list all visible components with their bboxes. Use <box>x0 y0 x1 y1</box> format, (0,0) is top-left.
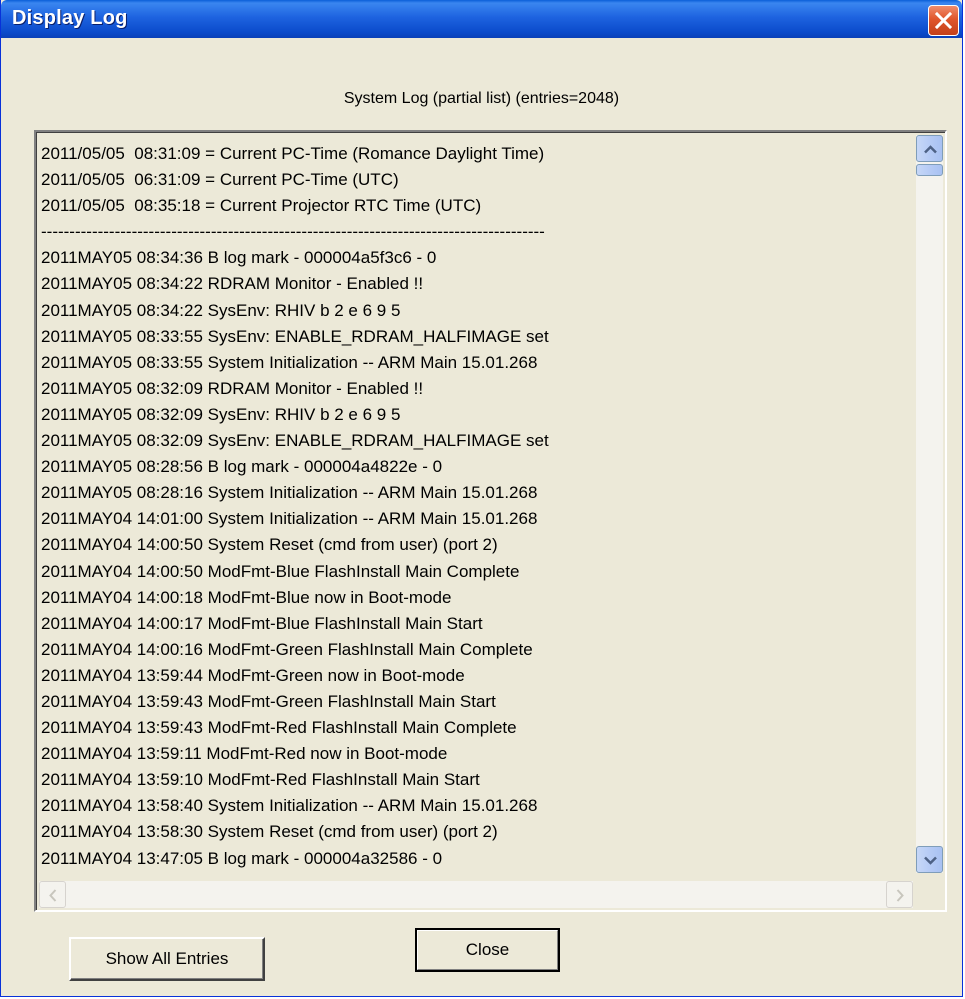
log-lines: 2011/05/05 08:31:09 = Current PC-Time (R… <box>41 141 911 871</box>
scroll-right-button[interactable] <box>886 881 913 908</box>
log-line: 2011MAY04 13:59:11 ModFmt-Red now in Boo… <box>41 744 448 764</box>
log-line: 2011/05/05 08:35:18 = Current Projector … <box>41 196 482 216</box>
log-line: 2011MAY04 13:47:05 B log mark - 000004a3… <box>41 848 443 868</box>
show-all-entries-button[interactable]: Show All Entries <box>69 937 265 981</box>
log-line: 2011MAY04 14:00:50 System Reset (cmd fro… <box>41 535 498 555</box>
log-line: 2011MAY05 08:33:55 SysEnv: ENABLE_RDRAM_… <box>41 326 549 346</box>
log-line: 2011MAY04 13:59:44 ModFmt-Green now in B… <box>41 665 465 685</box>
log-line: 2011MAY05 08:32:09 SysEnv: ENABLE_RDRAM_… <box>41 431 549 451</box>
log-line: 2011MAY05 08:32:09 RDRAM Monitor - Enabl… <box>41 378 424 398</box>
log-line: 2011MAY05 08:28:16 System Initialization… <box>41 483 538 503</box>
scrollbar-corner <box>916 881 943 908</box>
window-title: Display Log <box>12 7 128 29</box>
log-line: 2011MAY05 08:34:36 B log mark - 000004a5… <box>41 248 437 268</box>
log-line: 2011/05/05 08:31:09 = Current PC-Time (R… <box>41 144 545 163</box>
close-x-icon <box>935 12 952 29</box>
log-line: 2011MAY04 13:59:10 ModFmt-Red FlashInsta… <box>41 770 480 790</box>
window-close-button[interactable] <box>928 5 959 36</box>
log-line: 2011MAY05 08:28:56 B log mark - 000004a4… <box>41 457 443 477</box>
system-log-header: System Log (partial list) (entries=2048) <box>343 90 620 107</box>
log-line: 2011MAY04 14:00:16 ModFmt-Green FlashIns… <box>41 639 533 659</box>
chevron-left-icon <box>49 889 57 902</box>
log-line: 2011MAY04 13:58:30 System Reset (cmd fro… <box>41 822 498 842</box>
log-line: 2011MAY04 14:00:50 ModFmt-Blue FlashInst… <box>41 561 520 581</box>
show-all-entries-label: Show All Entries <box>105 949 229 968</box>
display-log-window: Display Log System Log (partial list) (e… <box>0 0 963 997</box>
chevron-down-icon <box>924 856 937 865</box>
log-line: 2011MAY05 08:33:55 System Initialization… <box>41 352 538 372</box>
log-line: 2011MAY05 08:34:22 SysEnv: RHIV b 2 e 6 … <box>41 300 401 320</box>
title-bar[interactable]: Display Log <box>1 0 962 38</box>
log-line: ----------------------------------------… <box>41 222 545 242</box>
close-button[interactable]: Close <box>415 928 560 972</box>
scroll-up-button[interactable] <box>916 135 943 162</box>
log-listbox[interactable]: 2011/05/05 08:31:09 = Current PC-Time (R… <box>34 130 947 912</box>
scroll-down-button[interactable] <box>916 846 943 873</box>
log-line: 2011MAY04 13:58:40 System Initialization… <box>41 796 538 816</box>
log-line: 2011MAY04 14:00:17 ModFmt-Blue FlashInst… <box>41 613 483 633</box>
chevron-up-icon <box>924 145 937 154</box>
vertical-scrollbar[interactable] <box>916 135 943 873</box>
scroll-left-button[interactable] <box>39 881 66 908</box>
log-line: 2011MAY05 08:32:09 SysEnv: RHIV b 2 e 6 … <box>41 404 401 424</box>
log-line: 2011/05/05 06:31:09 = Current PC-Time (U… <box>41 170 399 190</box>
log-line: 2011MAY04 14:00:18 ModFmt-Blue now in Bo… <box>41 587 452 607</box>
log-line: 2011MAY04 13:59:43 ModFmt-Green FlashIns… <box>41 691 496 711</box>
log-line: 2011MAY04 13:59:43 ModFmt-Red FlashInsta… <box>41 718 517 738</box>
log-line: 2011MAY05 08:34:22 RDRAM Monitor - Enabl… <box>41 274 424 294</box>
chevron-right-icon <box>896 889 904 902</box>
log-line: 2011MAY04 14:01:00 System Initialization… <box>41 509 538 529</box>
horizontal-scrollbar[interactable] <box>39 881 913 908</box>
scroll-thumb[interactable] <box>916 164 943 176</box>
close-label: Close <box>465 940 510 959</box>
